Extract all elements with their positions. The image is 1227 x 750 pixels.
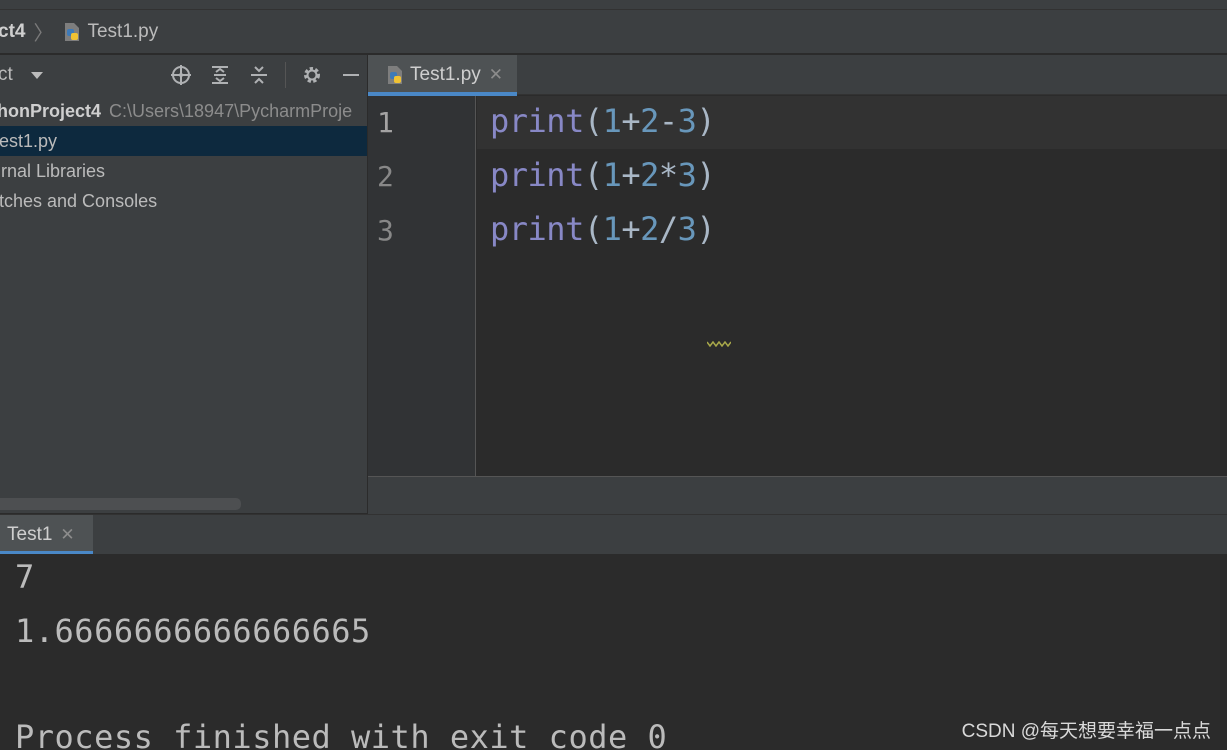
tree-item-label: est1.py (0, 131, 58, 151)
tree-root-path: C:\Users\18947\PycharmProje (109, 101, 353, 121)
code-token-paren: ( (583, 156, 603, 194)
console-output-line: 7 (15, 558, 35, 596)
code-token-function: print (490, 210, 584, 248)
title-bar-strip (0, 0, 1227, 10)
tab-label: Test1.py (410, 64, 481, 85)
code-token-number: 1 (602, 210, 622, 248)
line-number: 3 (377, 214, 394, 247)
tab-run-test1[interactable]: Test1 ✕ (0, 515, 93, 555)
code-token-paren: ) (696, 210, 716, 248)
tree-item-external-libraries[interactable]: rnal Libraries (0, 156, 367, 186)
console-output-line: Process finished with exit code 0 (15, 718, 668, 750)
toolbar-divider (285, 62, 286, 88)
python-file-icon (61, 21, 83, 43)
code-token-number: 3 (677, 156, 697, 194)
breadcrumb-file-label: Test1.py (87, 20, 159, 42)
editor-bottom-bar (368, 476, 1227, 514)
tree-root-name: honProject4 (0, 101, 102, 121)
warning-squiggle (707, 341, 731, 347)
breadcrumb: ct4 〉 Test1.py (0, 10, 1227, 54)
horizontal-scrollbar[interactable] (0, 498, 241, 510)
run-tab-bar: Test1 ✕ (0, 514, 1227, 555)
project-panel-header: ct (0, 55, 367, 95)
project-toolbar (168, 62, 377, 88)
expand-all-icon[interactable] (207, 63, 233, 87)
close-icon[interactable]: ✕ (489, 65, 503, 85)
code-token-operator: / (658, 210, 678, 248)
project-panel-title[interactable]: ct (0, 64, 13, 86)
code-token-number: 2 (640, 102, 659, 140)
code-token-paren: ( (583, 210, 603, 248)
code-token-paren: ) (696, 156, 716, 194)
tab-test1-py[interactable]: Test1.py ✕ (368, 55, 517, 96)
tab-label: Test1 (7, 524, 53, 545)
code-line[interactable]: print(1+2/3) (490, 210, 716, 248)
code-token-number: 2 (640, 156, 659, 194)
line-number: 1 (377, 106, 394, 139)
editor-tab-bar: Test1.py ✕ (368, 55, 1227, 96)
code-token-operator: + (621, 210, 641, 248)
chevron-down-icon[interactable] (30, 71, 43, 79)
watermark: CSDN @每天想要幸福一点点 (961, 721, 1211, 742)
tree-item-label: tches and Consoles (0, 191, 158, 211)
tree-item-label: rnal Libraries (1, 161, 106, 181)
code-token-operator: + (621, 156, 641, 194)
code-token-number: 1 (602, 102, 622, 140)
code-token-number: 1 (602, 156, 622, 194)
code-token-number: 2 (640, 210, 659, 248)
code-line[interactable]: print(1+2*3) (490, 156, 716, 194)
minimize-icon[interactable] (338, 63, 364, 87)
code-token-operator: - (658, 102, 678, 140)
code-token-operator: + (621, 102, 641, 140)
close-icon[interactable]: ✕ (60, 525, 74, 545)
code-token-number: 3 (677, 102, 697, 140)
code-token-paren: ( (583, 102, 603, 140)
collapse-all-icon[interactable] (246, 63, 272, 87)
gear-icon[interactable] (299, 63, 325, 87)
tree-item-test1-py[interactable]: est1.py (0, 126, 367, 156)
project-tree: honProject4 C:\Users\18947\PycharmProje e… (0, 95, 367, 513)
code-token-operator: * (658, 156, 678, 194)
tree-item-scratches[interactable]: tches and Consoles (0, 186, 367, 216)
line-number: 2 (377, 160, 394, 193)
code-line[interactable]: print(1+2-3) (490, 102, 716, 140)
code-token-number: 3 (677, 210, 697, 248)
breadcrumb-separator-icon: 〉 (33, 23, 54, 45)
console-output-line: 1.6666666666666665 (15, 612, 371, 650)
locate-target-icon[interactable] (168, 63, 194, 87)
code-token-function: print (490, 102, 584, 140)
code-token-function: print (490, 156, 584, 194)
code-token-paren: ) (696, 102, 716, 140)
tree-root[interactable]: honProject4 C:\Users\18947\PycharmProje (0, 96, 367, 126)
breadcrumb-project[interactable]: ct4 (0, 21, 25, 43)
line-number-gutter: 1 2 3 (368, 96, 476, 476)
code-editor[interactable]: print(1+2-3) print(1+2*3) print(1+2/3) (477, 96, 1227, 476)
python-file-icon (384, 64, 406, 86)
breadcrumb-file[interactable]: Test1.py (61, 21, 158, 43)
